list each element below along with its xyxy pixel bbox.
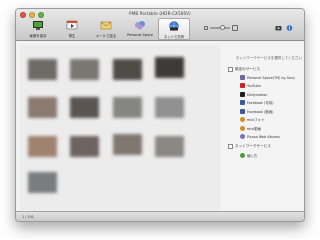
thumbnail[interactable] [113,97,142,118]
toolbar-personal-space-button[interactable]: Personal Space [124,18,156,40]
group-network-services[interactable]: ネットワークサービス [228,144,271,149]
service-label: Facebook (動画) [247,110,274,114]
thumbnail[interactable] [70,136,99,157]
thumbnail[interactable] [28,136,57,157]
service-prompt: ネットワークサービスを選択してください [235,56,302,60]
thumbnail[interactable] [155,97,184,118]
group-default-services[interactable]: 既定のサービス [228,67,260,72]
thumbnail[interactable] [70,97,99,118]
toolbar-mail-label: メールで送る [95,34,117,38]
small-thumbnail-icon [204,26,208,30]
group-label: ネットワークサービス [235,144,271,148]
service-dailymotion[interactable]: Dailymotion [240,92,267,97]
service-facebook-photo[interactable]: Facebook (写真) [240,100,273,105]
toolbar-save-label: 画像を保存 [29,34,47,38]
help-dot-icon [240,153,245,158]
facebook-icon [240,100,245,105]
thumbnail-grid[interactable] [20,45,220,210]
group-checkbox[interactable] [228,67,233,72]
window-title: PMB Portable (HDR-CX560V) [129,11,191,16]
service-mixi-video[interactable]: mixi動画 [240,126,261,131]
mail-icon [100,21,112,30]
title-bar: PMB Portable (HDR-CX560V) 画像を保存 再生 メールで送… [16,9,304,41]
share-online-icon [169,21,179,31]
thumbnail[interactable] [28,59,57,80]
thumbnail[interactable] [70,59,99,80]
service-label: Facebook (写真) [247,101,274,105]
service-howto[interactable]: 使い方 [240,153,257,158]
service-picasa[interactable]: Picasa Web Albums [240,134,280,139]
dailymotion-icon [240,92,245,97]
group-label: 既定のサービス [235,67,261,71]
toolbar-share-button[interactable]: ネットで共有 [158,18,190,40]
service-label: Personal Space(TM) by Sony [247,75,296,80]
toolbar-mail-button[interactable]: メールで送る [90,18,122,40]
status-bar: 1 / 101 [16,211,304,221]
youtube-icon [240,83,245,88]
app-window: PMB Portable (HDR-CX560V) 画像を保存 再生 メールで送… [15,8,305,222]
service-label: Picasa Web Albums [247,134,280,139]
thumbnail[interactable] [155,57,184,78]
thumbnail[interactable] [28,172,57,193]
thumbnail[interactable] [155,136,184,157]
thumbnail-size-slider[interactable] [204,25,238,31]
group-checkbox[interactable] [228,144,233,149]
personal-space-icon [135,21,145,30]
service-label: mixiフォト [247,118,265,122]
service-mixi-photo[interactable]: mixiフォト [240,117,264,122]
service-label: mixi動画 [247,127,261,131]
toolbar-share-label: ネットで共有 [163,35,185,39]
slider-knob[interactable] [220,25,225,30]
mixi-icon [240,117,245,122]
save-to-pc-icon [33,21,43,30]
service-personal-space[interactable]: Personal Space(TM) by Sony [240,75,295,80]
service-facebook-video[interactable]: Facebook (動画) [240,109,273,114]
toolbar-save-button[interactable]: 画像を保存 [22,18,54,40]
mixi-icon [240,126,245,131]
thumbnail[interactable] [113,59,142,80]
toolbar-play-button[interactable]: 再生 [56,18,88,40]
service-label: Dailymotion [247,92,268,97]
help-icon[interactable] [286,25,293,31]
thumbnail[interactable] [28,97,57,118]
service-label: YouTube [247,83,261,88]
play-icon [66,20,78,30]
service-youtube[interactable]: YouTube [240,83,261,88]
toolbar-personal-space-label: Personal Space [127,33,153,37]
toolbar-play-label: 再生 [68,34,76,38]
personal-space-service-icon [240,75,245,80]
item-count: 1 / 101 [22,215,34,219]
picasa-icon [240,134,245,139]
toolbar: 画像を保存 再生 メールで送る Personal Space ネットで共有 [22,18,190,40]
thumbnail[interactable] [113,134,142,155]
network-service-panel: ネットワークサービスを選択してください 既定のサービス Personal Spa… [222,43,304,213]
service-label: 使い方 [247,154,258,158]
slider-track[interactable] [210,25,230,30]
facebook-icon [240,109,245,114]
large-thumbnail-icon [232,25,238,31]
camera-icon[interactable] [275,25,282,31]
